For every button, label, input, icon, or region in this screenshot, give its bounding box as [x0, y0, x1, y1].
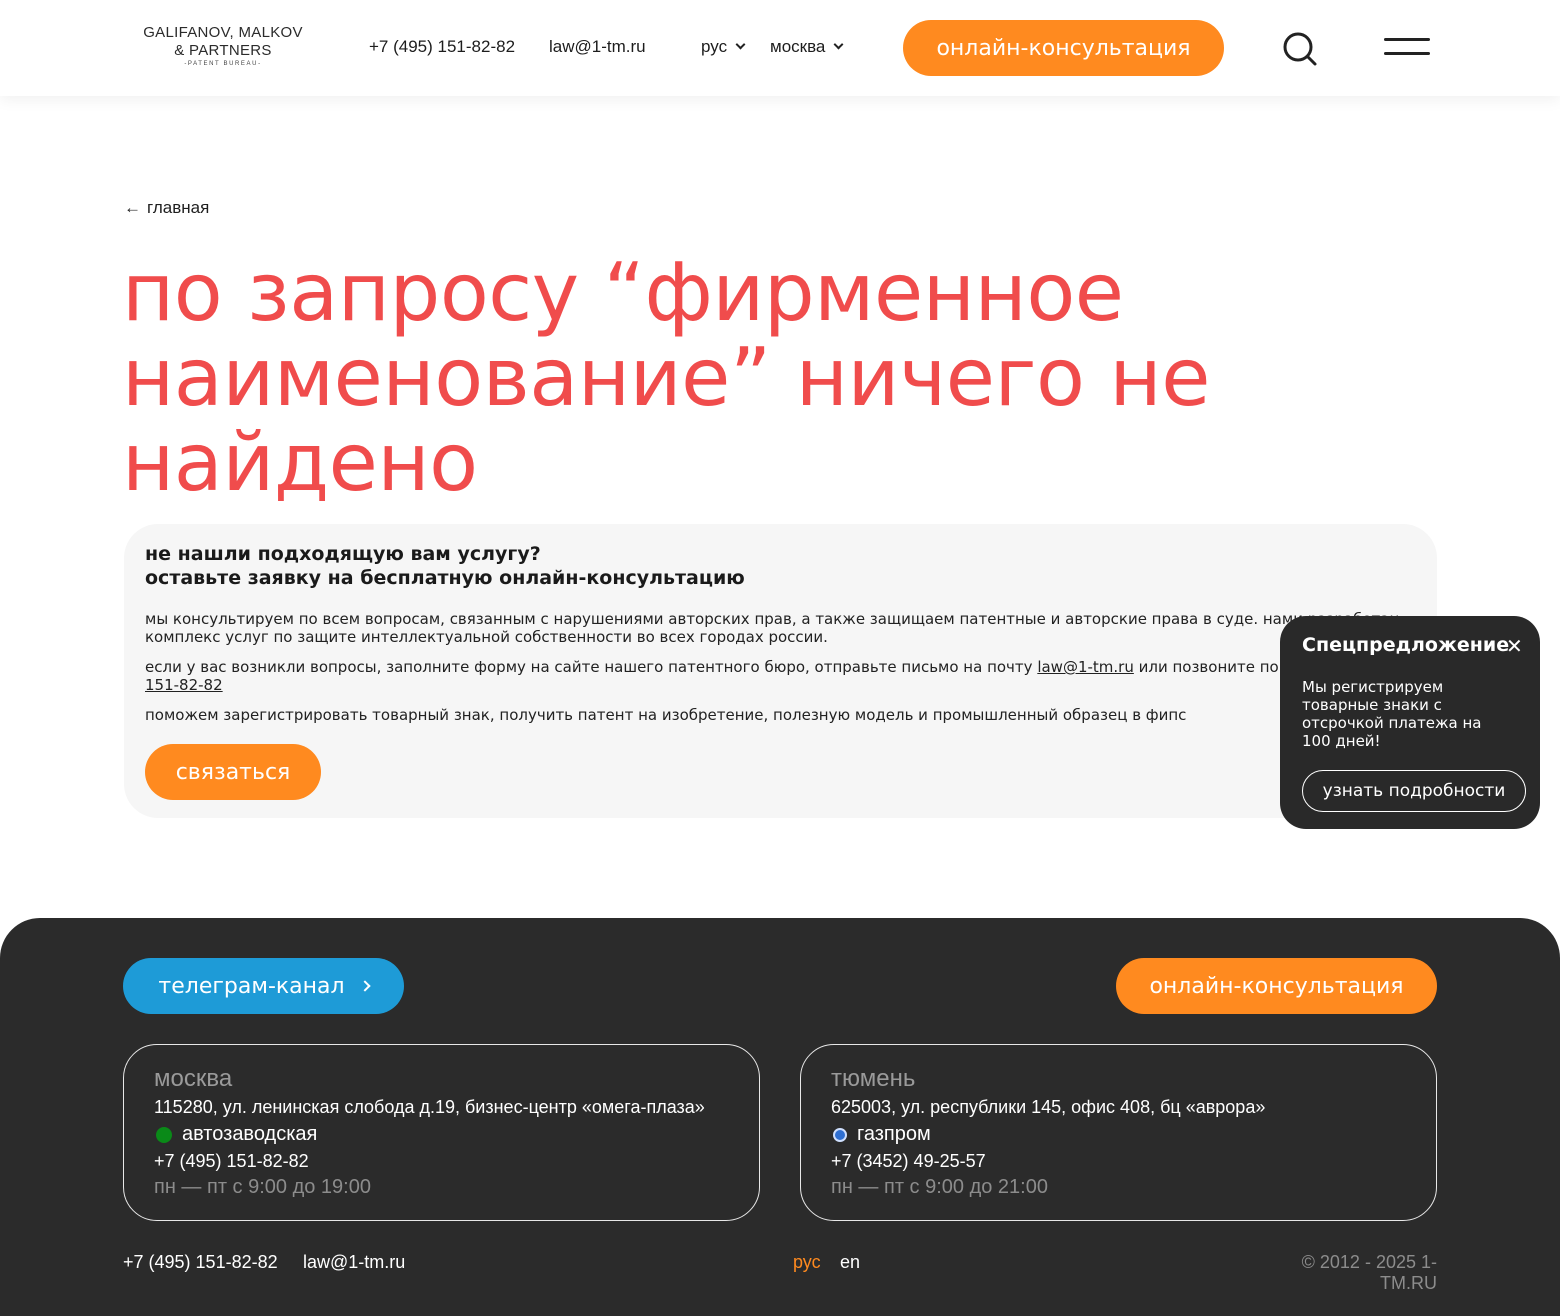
- special-offer-popup: Спецпредложение ✕ Мы регистрируем товарн…: [1280, 616, 1540, 829]
- office-address: 625003, ул. республики 145, офис 408, бц…: [831, 1097, 1266, 1117]
- office-metro: автозаводская: [154, 1123, 317, 1146]
- consultation-card: не нашли подходящую вам услугу? оставьте…: [124, 524, 1437, 818]
- header-email-link[interactable]: law@1-tm.ru: [549, 37, 646, 57]
- arrow-left-icon: ←: [124, 198, 141, 217]
- telegram-channel-button[interactable]: телеграм-канал: [123, 958, 404, 1014]
- back-label: главная: [147, 198, 210, 217]
- language-select[interactable]: рус: [701, 37, 746, 57]
- metro-label: автозаводская: [182, 1123, 318, 1145]
- card-paragraph-3: поможем зарегистрировать товарный знак, …: [145, 706, 1187, 724]
- close-icon[interactable]: ✕: [1506, 634, 1523, 658]
- city-label: москва: [770, 37, 826, 56]
- site-header: GALIFANOV, MALKOV & PARTNERS -PATENT BUR…: [0, 0, 1560, 96]
- contact-button[interactable]: связаться: [145, 744, 321, 800]
- card-title: не нашли подходящую вам услугу? оставьте…: [145, 542, 745, 590]
- office-phone-link[interactable]: +7 (3452) 49-25-57: [831, 1151, 986, 1172]
- footer-lang-en[interactable]: en: [840, 1252, 860, 1273]
- menu-icon[interactable]: [1384, 38, 1430, 58]
- logo[interactable]: GALIFANOV, MALKOV & PARTNERS -PATENT BUR…: [139, 24, 307, 67]
- city-select[interactable]: москва: [770, 37, 844, 57]
- copyright: © 2012 - 2025 1-TM.RU: [1301, 1252, 1437, 1293]
- footer-email-link[interactable]: law@1-tm.ru: [303, 1252, 405, 1273]
- card-paragraph-1: мы консультируем по всем вопросам, связа…: [145, 610, 1400, 646]
- office-hours: пн — пт с 9:00 до 21:00: [831, 1176, 1048, 1198]
- office-city: тюмень: [831, 1065, 916, 1092]
- office-phone-link[interactable]: +7 (495) 151-82-82: [154, 1151, 309, 1172]
- card-title-line-1: не нашли подходящую вам услугу?: [145, 543, 541, 565]
- landmark-label: газпром: [857, 1123, 931, 1145]
- metro-icon: [156, 1126, 172, 1143]
- logo-line-3: -PATENT BUREAU-: [184, 61, 262, 67]
- header-consultation-button[interactable]: онлайн-консультация: [903, 20, 1224, 76]
- logo-line-2: & PARTNERS: [174, 42, 272, 59]
- chevron-right-icon: [358, 980, 371, 992]
- chevron-down-icon: [833, 39, 844, 50]
- search-icon[interactable]: [1282, 31, 1318, 67]
- popup-title: Спецпредложение: [1302, 634, 1510, 656]
- site-footer: телеграм-канал онлайн-консультация москв…: [0, 918, 1560, 1316]
- card-paragraph-2: если у вас возникли вопросы, заполните ф…: [145, 658, 1435, 694]
- office-card-tyumen: тюмень 625003, ул. республики 145, офис …: [800, 1044, 1437, 1221]
- chevron-down-icon: [735, 39, 746, 50]
- popup-text: Мы регистрируем товарные знаки с отсрочк…: [1302, 678, 1482, 750]
- office-card-moscow: москва 115280, ул. ленинская слобода д.1…: [123, 1044, 760, 1221]
- popup-details-button[interactable]: узнать подробности: [1302, 770, 1526, 812]
- footer-consultation-button[interactable]: онлайн-консультация: [1116, 958, 1437, 1014]
- card-email-link[interactable]: law@1-tm.ru: [1037, 658, 1134, 676]
- office-hours: пн — пт с 9:00 до 19:00: [154, 1176, 371, 1198]
- language-label: рус: [701, 37, 728, 56]
- office-landmark: газпром: [831, 1123, 931, 1146]
- telegram-label: телеграм-канал: [158, 973, 345, 999]
- gazprom-icon: [833, 1127, 847, 1142]
- office-city: москва: [154, 1065, 233, 1092]
- office-address: 115280, ул. ленинская слобода д.19, бизн…: [154, 1097, 705, 1117]
- page-title: по запросу “фирменное наименование” ниче…: [122, 246, 1210, 509]
- card-title-line-2: оставьте заявку на бесплатную онлайн-кон…: [145, 567, 745, 589]
- card-p2-text: если у вас возникли вопросы, заполните ф…: [145, 658, 1038, 676]
- breadcrumb-back-link[interactable]: ← главная: [124, 198, 209, 218]
- header-phone-link[interactable]: +7 (495) 151-82-82: [369, 37, 515, 57]
- footer-lang-ru[interactable]: рус: [793, 1252, 821, 1273]
- footer-phone-link[interactable]: +7 (495) 151-82-82: [123, 1252, 278, 1273]
- logo-line-1: GALIFANOV, MALKOV: [143, 24, 303, 41]
